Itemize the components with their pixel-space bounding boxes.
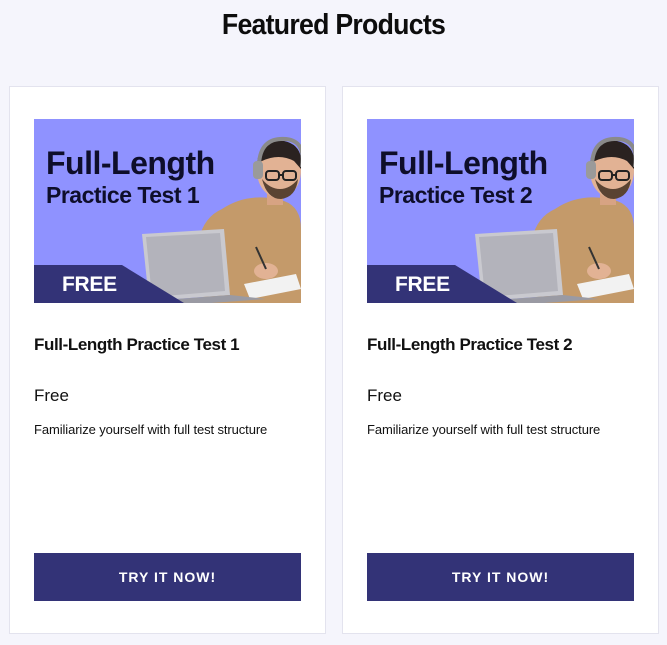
thumbnail-title-line2: Practice Test 1 (46, 181, 200, 208)
try-it-now-button[interactable]: TRY IT NOW! (367, 553, 634, 601)
product-name[interactable]: Full-Length Practice Test 2 (367, 335, 573, 355)
product-card: Full-Length Practice Test 2 FREE Full-Le… (342, 86, 659, 634)
free-badge: FREE (367, 265, 517, 303)
product-card: Full-Length Practice Test 1 FREE Full-Le… (9, 86, 326, 634)
try-it-now-button[interactable]: TRY IT NOW! (34, 553, 301, 601)
thumbnail-title: Full-Length Practice Test 1 (46, 145, 215, 208)
free-badge-label: FREE (62, 273, 117, 296)
thumbnail-title: Full-Length Practice Test 2 (379, 145, 548, 208)
product-price: Free (367, 386, 402, 405)
product-description: Familiarize yourself with full test stru… (34, 422, 268, 437)
product-price: Free (34, 386, 69, 405)
product-thumbnail[interactable]: Full-Length Practice Test 2 FREE (367, 119, 634, 303)
product-thumbnail[interactable]: Full-Length Practice Test 1 FREE (34, 119, 301, 303)
free-badge: FREE (34, 265, 184, 303)
product-name[interactable]: Full-Length Practice Test 1 (34, 335, 240, 355)
thumbnail-title-line1: Full-Length (379, 145, 548, 181)
thumbnail-title-line2: Practice Test 2 (379, 181, 533, 208)
product-description: Familiarize yourself with full test stru… (367, 422, 601, 437)
free-badge-label: FREE (395, 273, 450, 296)
section-title: Featured Products (221, 9, 446, 41)
thumbnail-title-line1: Full-Length (46, 145, 215, 181)
